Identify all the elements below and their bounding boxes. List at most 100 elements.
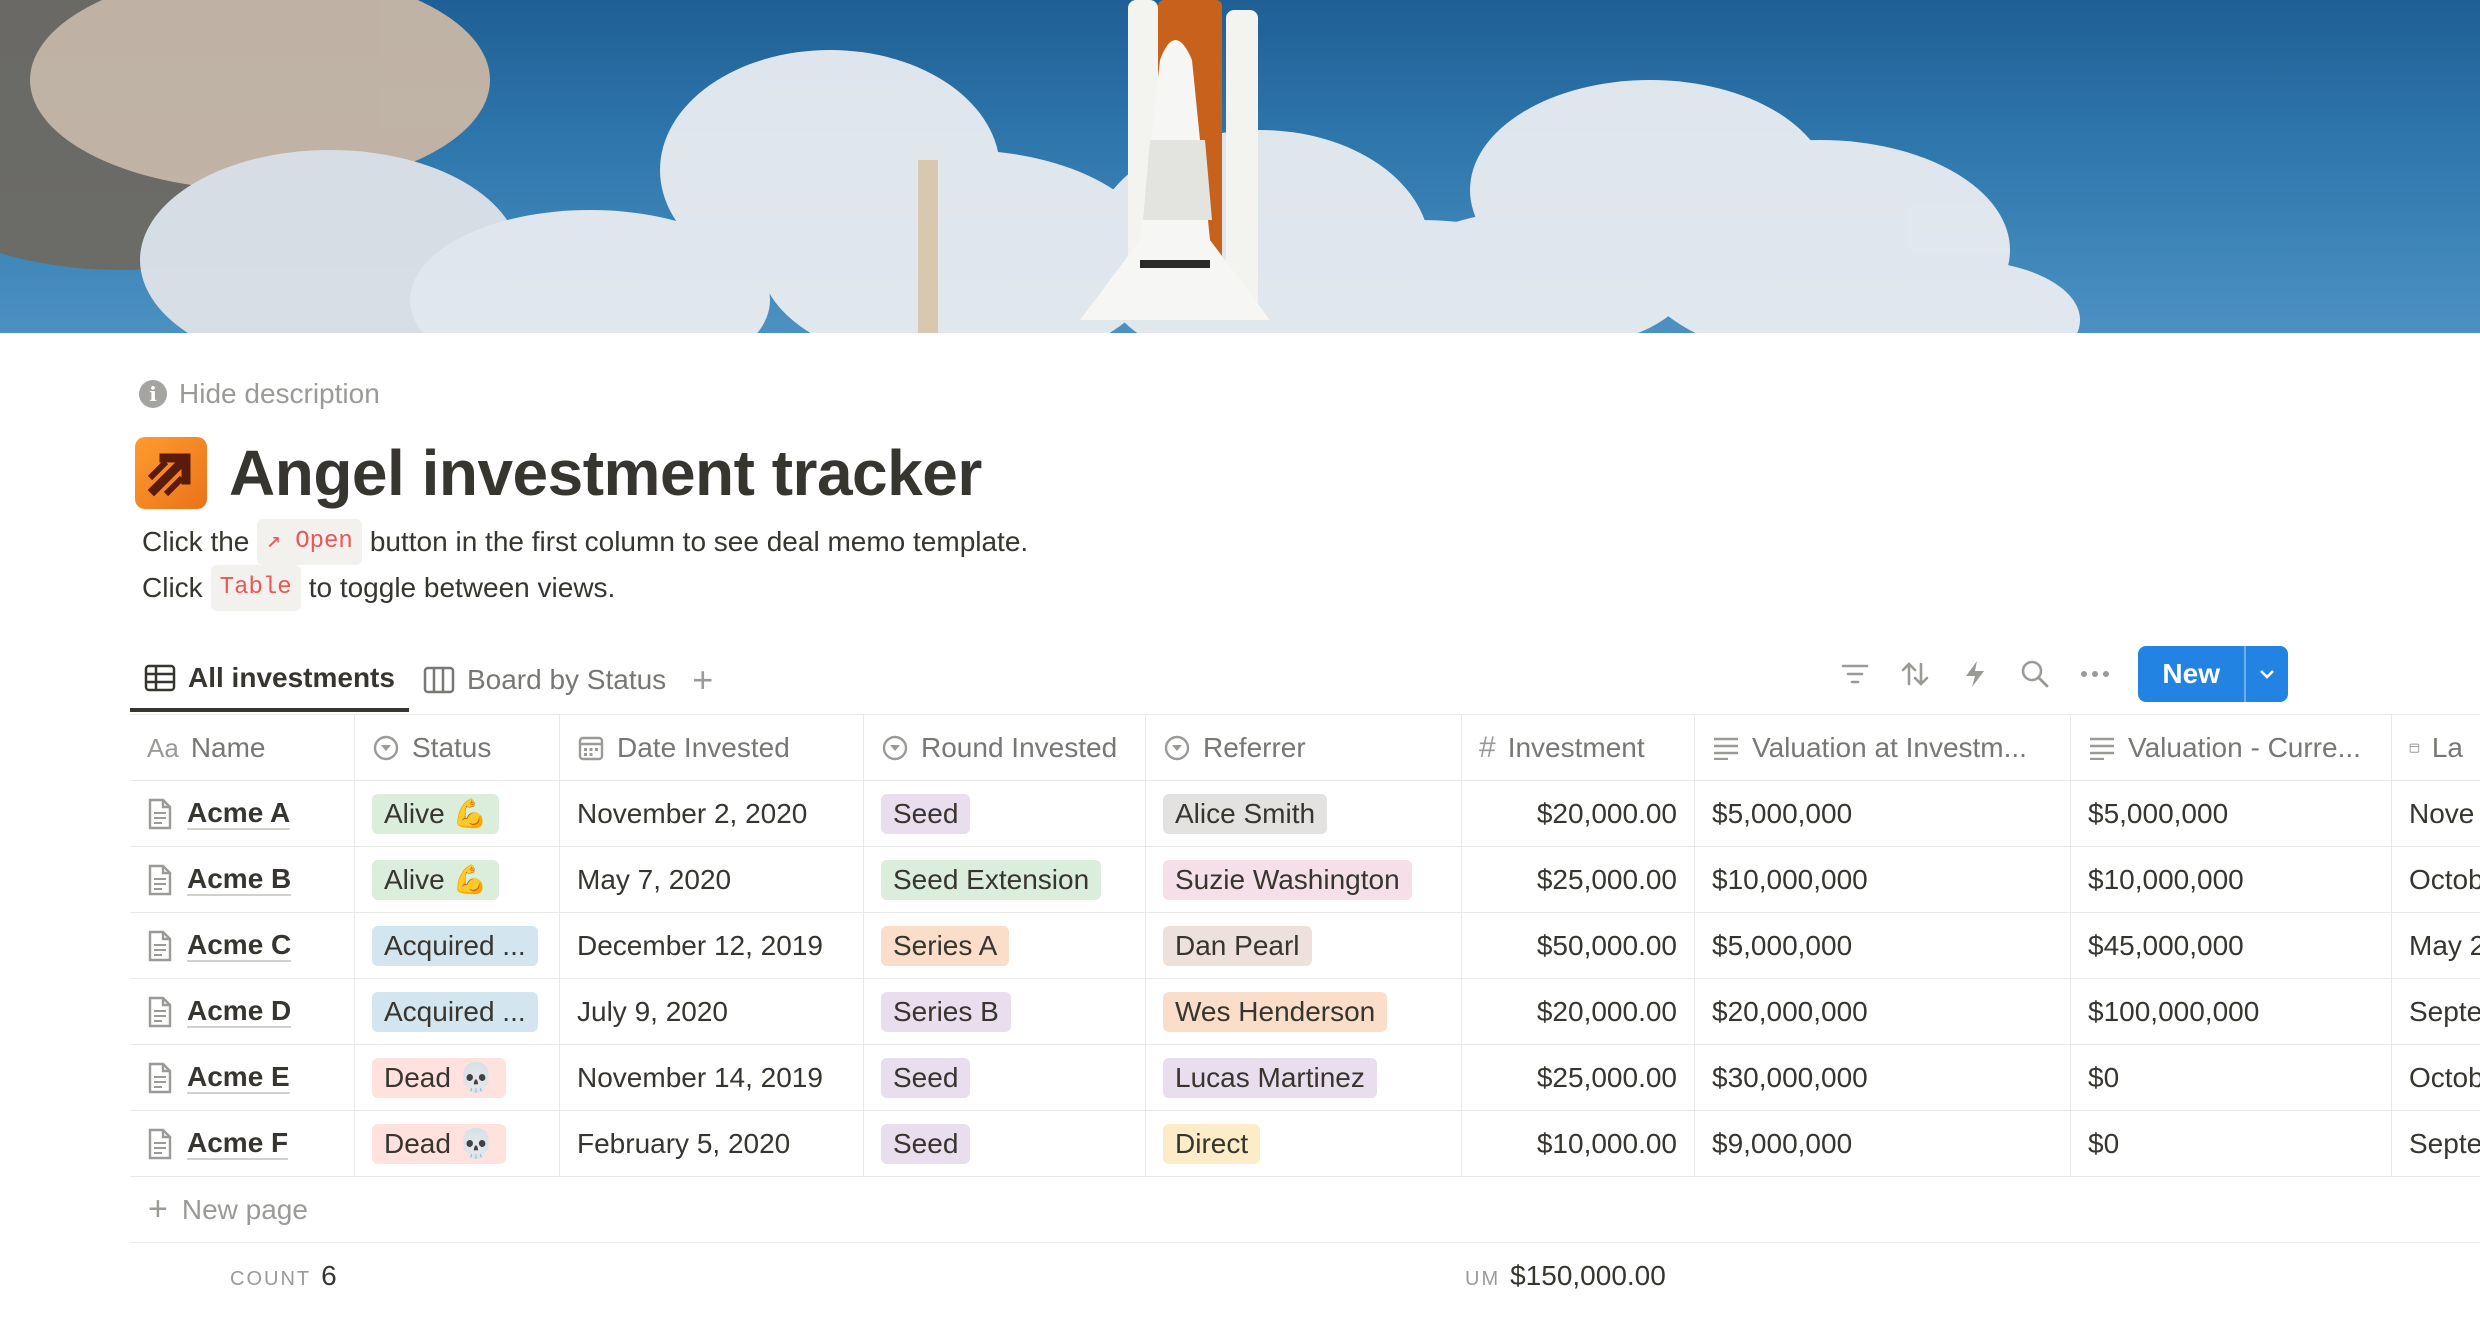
new-button[interactable]: New <box>2138 646 2244 702</box>
table-row[interactable]: Acme E Dead 💀 November 14, 2019 Seed Lucas M… <box>130 1045 2480 1111</box>
date-cell[interactable]: July 9, 2020 <box>560 979 864 1045</box>
valuation-at-investment-cell[interactable]: $5,000,000 <box>1695 913 2071 979</box>
search-icon[interactable] <box>2018 657 2052 691</box>
table-body: Acme A Alive 💪 November 2, 2020 Seed Alice S… <box>130 781 2480 1177</box>
name-cell[interactable]: Acme A <box>130 781 355 847</box>
row-name[interactable]: Acme C <box>187 930 292 962</box>
round-cell[interactable]: Series B <box>864 979 1146 1045</box>
valuation-current-cell[interactable]: $0 <box>2071 1045 2392 1111</box>
investment-cell[interactable]: $10,000.00 <box>1462 1111 1695 1177</box>
column-header-valuation-at-investment[interactable]: Valuation at Investm... <box>1695 715 2071 781</box>
investment-cell[interactable]: $20,000.00 <box>1462 781 1695 847</box>
status-cell[interactable]: Alive 💪 <box>355 781 560 847</box>
referrer-cell[interactable]: Lucas Martinez <box>1146 1045 1462 1111</box>
chevron-down-icon[interactable] <box>2244 646 2288 702</box>
filter-icon[interactable] <box>1838 657 1872 691</box>
valuation-at-investment-cell[interactable]: $20,000,000 <box>1695 979 2071 1045</box>
valuation-at-investment-cell[interactable]: $30,000,000 <box>1695 1045 2071 1111</box>
valuation-current-cell[interactable]: $5,000,000 <box>2071 781 2392 847</box>
rocket-arrow-icon[interactable] <box>135 437 207 509</box>
referrer-cell[interactable]: Wes Henderson <box>1146 979 1462 1045</box>
table-header-row: Aa Name Status Date Invested Round Inves… <box>130 715 2480 781</box>
lightning-icon[interactable] <box>1958 657 1992 691</box>
referrer-cell[interactable]: Dan Pearl <box>1146 913 1462 979</box>
column-header-name[interactable]: Aa Name <box>130 715 355 781</box>
last-date-cell[interactable]: Septe <box>2392 1111 2480 1177</box>
count-aggregation[interactable]: COUNT 6 <box>230 1260 337 1292</box>
status-cell[interactable]: Dead 💀 <box>355 1111 560 1177</box>
round-cell[interactable]: Seed <box>864 1111 1146 1177</box>
date-cell[interactable]: November 14, 2019 <box>560 1045 864 1111</box>
date-cell[interactable]: February 5, 2020 <box>560 1111 864 1177</box>
column-header-date-invested[interactable]: Date Invested <box>560 715 864 781</box>
table-row[interactable]: Acme A Alive 💪 November 2, 2020 Seed Alice S… <box>130 781 2480 847</box>
valuation-current-cell[interactable]: $0 <box>2071 1111 2392 1177</box>
table-row[interactable]: Acme F Dead 💀 February 5, 2020 Seed Direct $1… <box>130 1111 2480 1177</box>
status-cell[interactable]: Acquired ... <box>355 979 560 1045</box>
name-cell[interactable]: Acme F <box>130 1111 355 1177</box>
status-cell[interactable]: Alive 💪 <box>355 847 560 913</box>
calendar-icon <box>2409 743 2420 753</box>
referrer-cell[interactable]: Direct <box>1146 1111 1462 1177</box>
sort-icon[interactable] <box>1898 657 1932 691</box>
page-icon <box>148 1062 172 1094</box>
column-label: Investment <box>1507 732 1645 763</box>
referrer-tag: Direct <box>1163 1124 1261 1164</box>
valuation-current-cell[interactable]: $45,000,000 <box>2071 913 2392 979</box>
inline-code-open: ↗ Open <box>257 519 362 565</box>
round-cell[interactable]: Seed <box>864 1045 1146 1111</box>
valuation-at-investment-cell[interactable]: $9,000,000 <box>1695 1111 2071 1177</box>
column-header-round-invested[interactable]: Round Invested <box>864 715 1146 781</box>
investment-cell[interactable]: $25,000.00 <box>1462 1045 1695 1111</box>
name-cell[interactable]: Acme E <box>130 1045 355 1111</box>
tab-label: All investments <box>188 662 395 693</box>
column-header-valuation-current[interactable]: Valuation - Curre... <box>2071 715 2392 781</box>
last-date-cell[interactable]: Septe <box>2392 979 2480 1045</box>
row-name[interactable]: Acme B <box>187 864 292 896</box>
column-header-referrer[interactable]: Referrer <box>1146 715 1462 781</box>
more-icon[interactable] <box>2078 657 2112 691</box>
last-date-cell[interactable]: Octob <box>2392 1045 2480 1111</box>
valuation-current-cell[interactable]: $10,000,000 <box>2071 847 2392 913</box>
sum-aggregation[interactable]: UM $150,000.00 <box>1465 1260 1666 1292</box>
status-cell[interactable]: Acquired ... <box>355 913 560 979</box>
table-row[interactable]: Acme D Acquired ... July 9, 2020 Series B We… <box>130 979 2480 1045</box>
row-name[interactable]: Acme A <box>187 798 291 830</box>
add-view-icon[interactable]: + <box>680 659 725 701</box>
date-cell[interactable]: December 12, 2019 <box>560 913 864 979</box>
date-cell[interactable]: November 2, 2020 <box>560 781 864 847</box>
status-cell[interactable]: Dead 💀 <box>355 1045 560 1111</box>
column-header-investment[interactable]: # Investment <box>1462 715 1695 781</box>
name-cell[interactable]: Acme D <box>130 979 355 1045</box>
valuation-current-cell[interactable]: $100,000,000 <box>2071 979 2392 1045</box>
round-cell[interactable]: Seed Extension <box>864 847 1146 913</box>
column-header-status[interactable]: Status <box>355 715 560 781</box>
row-name[interactable]: Acme F <box>187 1128 289 1160</box>
table-row[interactable]: Acme C Acquired ... December 12, 2019 Serie… <box>130 913 2480 979</box>
row-name[interactable]: Acme E <box>187 1062 290 1094</box>
valuation-at-investment-cell[interactable]: $10,000,000 <box>1695 847 2071 913</box>
referrer-cell[interactable]: Suzie Washington <box>1146 847 1462 913</box>
valuation-at-investment-cell[interactable]: $5,000,000 <box>1695 781 2071 847</box>
round-cell[interactable]: Series A <box>864 913 1146 979</box>
investment-cell[interactable]: $20,000.00 <box>1462 979 1695 1045</box>
new-page-button[interactable]: + New page <box>130 1177 2480 1243</box>
investment-cell[interactable]: $50,000.00 <box>1462 913 1695 979</box>
hide-description-button[interactable]: i Hide description <box>139 376 380 412</box>
row-name[interactable]: Acme D <box>187 996 292 1028</box>
column-header-last[interactable]: La <box>2392 715 2480 781</box>
hide-description-label: Hide description <box>179 378 380 409</box>
last-date-cell[interactable]: Nove <box>2392 781 2480 847</box>
tab-all-investments[interactable]: All investments <box>130 648 409 712</box>
round-cell[interactable]: Seed <box>864 781 1146 847</box>
investment-cell[interactable]: $25,000.00 <box>1462 847 1695 913</box>
date-cell[interactable]: May 7, 2020 <box>560 847 864 913</box>
tab-board-by-status[interactable]: Board by Status <box>409 648 680 712</box>
name-cell[interactable]: Acme B <box>130 847 355 913</box>
last-date-cell[interactable]: Octob <box>2392 847 2480 913</box>
name-cell[interactable]: Acme C <box>130 913 355 979</box>
last-date-cell[interactable]: May 2 <box>2392 913 2480 979</box>
count-value: 6 <box>321 1260 337 1291</box>
referrer-cell[interactable]: Alice Smith <box>1146 781 1462 847</box>
table-row[interactable]: Acme B Alive 💪 May 7, 2020 Seed Extension Su… <box>130 847 2480 913</box>
